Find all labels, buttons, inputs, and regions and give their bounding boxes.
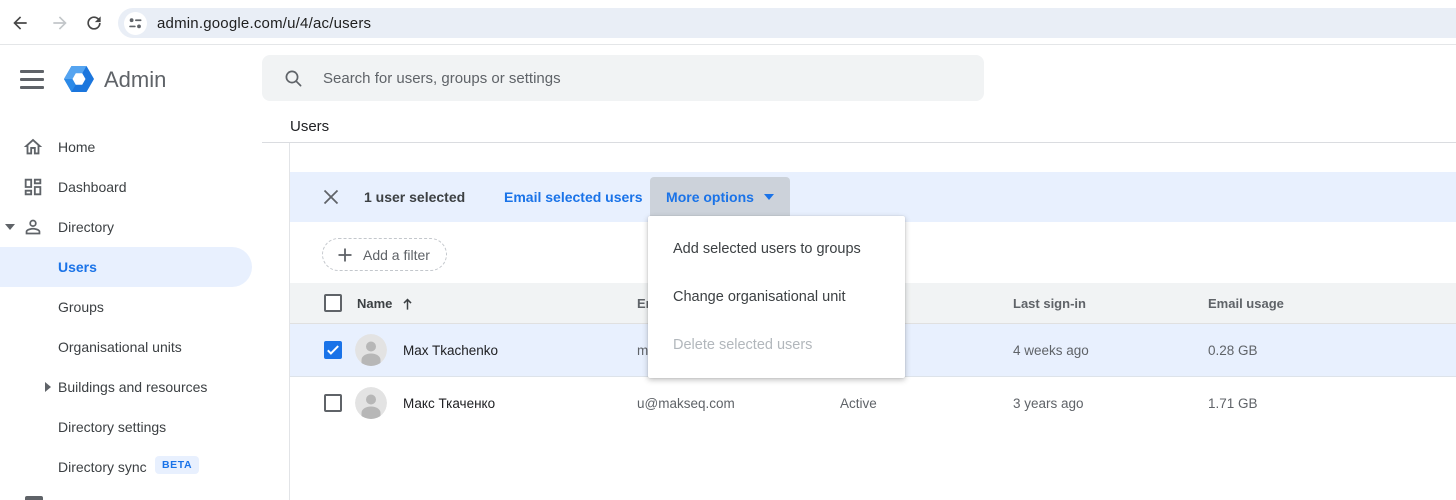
site-info-icon[interactable] — [124, 12, 147, 35]
column-header-email-usage[interactable]: Email usage — [1208, 283, 1284, 324]
select-all-checkbox[interactable] — [324, 294, 342, 312]
user-email: m — [637, 324, 648, 377]
browser-toolbar: admin.google.com/u/4/ac/users — [0, 0, 1456, 45]
chevron-down-icon[interactable] — [5, 224, 15, 230]
admin-wordmark: Admin — [104, 67, 166, 93]
sidebar-item-directory[interactable]: Directory — [0, 207, 252, 247]
chevron-right-icon[interactable] — [45, 382, 51, 392]
sidebar-item-label: Buildings and resources — [58, 379, 207, 395]
page-title: Users — [290, 118, 329, 135]
more-options-menu: Add selected users to groups Change orga… — [648, 216, 905, 378]
search-icon — [283, 68, 303, 88]
devices-icon — [25, 496, 43, 500]
search-bar[interactable] — [262, 55, 984, 101]
sidebar-item-groups[interactable]: Groups — [0, 287, 252, 327]
sidebar-item-label: Directory — [58, 219, 114, 235]
sidebar-item-buildings-and-resources[interactable]: Buildings and resources — [0, 367, 252, 407]
more-options-label: More options — [666, 189, 754, 205]
column-header-last-sign-in[interactable]: Last sign-in — [1013, 283, 1086, 324]
chevron-down-icon — [764, 194, 774, 200]
admin-logo-icon — [62, 62, 96, 96]
row-checkbox[interactable] — [324, 394, 342, 412]
sidebar-item-users[interactable]: Users — [0, 247, 252, 287]
add-filter-button[interactable]: Add a filter — [322, 238, 447, 271]
column-header-label: Name — [357, 283, 392, 324]
screen: admin.google.com/u/4/ac/users Admin Home… — [0, 0, 1456, 500]
user-name[interactable]: Макс Ткаченко — [403, 377, 495, 430]
url-text: admin.google.com/u/4/ac/users — [157, 15, 371, 32]
email-selected-users-link[interactable]: Email selected users — [504, 172, 643, 222]
user-last-sign-in: 4 weeks ago — [1013, 324, 1089, 377]
table-row[interactable]: Макс Ткаченко u@makseq.com Active 3 year… — [290, 377, 1456, 430]
selection-count: 1 user selected — [364, 172, 465, 222]
user-email: u@makseq.com — [637, 377, 735, 430]
row-checkbox-checked[interactable] — [324, 341, 342, 359]
sidebar-item-organisational-units[interactable]: Organisational units — [0, 327, 252, 367]
menu-item-change-organisational-unit[interactable]: Change organisational unit — [648, 273, 905, 321]
sidebar-item-label: Directory sync — [58, 459, 147, 475]
column-header-name[interactable]: Name — [357, 283, 414, 324]
person-icon — [22, 216, 44, 238]
add-filter-label: Add a filter — [363, 247, 430, 263]
back-icon[interactable] — [10, 13, 30, 33]
close-icon[interactable] — [322, 188, 340, 206]
sidebar-item-label: Dashboard — [58, 179, 127, 195]
user-email-usage: 0.28 GB — [1208, 324, 1258, 377]
search-input[interactable] — [323, 70, 923, 87]
sidebar-item-directory-sync[interactable]: Directory sync BETA — [0, 447, 252, 487]
plus-icon — [337, 247, 353, 263]
menu-item-delete-selected-users: Delete selected users — [648, 321, 905, 369]
sidebar-item-label: Directory settings — [58, 419, 166, 435]
menu-item-add-selected-users-to-groups[interactable]: Add selected users to groups — [648, 225, 905, 273]
user-name[interactable]: Max Tkachenko — [403, 324, 498, 377]
menu-icon[interactable] — [20, 70, 44, 90]
more-options-button[interactable]: More options — [650, 177, 790, 216]
user-status: Active — [840, 377, 877, 430]
forward-icon — [50, 13, 70, 33]
sidebar-item-label: Organisational units — [58, 339, 182, 355]
address-bar[interactable]: admin.google.com/u/4/ac/users — [118, 8, 1456, 38]
divider — [262, 142, 1456, 143]
user-last-sign-in: 3 years ago — [1013, 377, 1084, 430]
sidebar-item-home[interactable]: Home — [0, 127, 252, 167]
beta-badge: BETA — [155, 456, 199, 474]
reload-icon[interactable] — [84, 13, 104, 33]
sidebar-item-label: Home — [58, 139, 95, 155]
home-icon — [22, 136, 44, 158]
sidebar-item-label: Groups — [58, 299, 104, 315]
tune-icon — [129, 17, 142, 30]
checkmark-icon — [324, 341, 342, 359]
dashboard-icon — [22, 176, 44, 198]
avatar — [355, 334, 387, 366]
sidebar-item-directory-settings[interactable]: Directory settings — [0, 407, 252, 447]
avatar — [355, 387, 387, 419]
sidebar-item-label: Users — [58, 259, 97, 275]
user-email-usage: 1.71 GB — [1208, 377, 1258, 430]
sidebar-item-dashboard[interactable]: Dashboard — [0, 167, 252, 207]
selection-bar: 1 user selected Email selected users Mor… — [290, 172, 1456, 222]
sort-ascending-icon — [401, 297, 414, 311]
